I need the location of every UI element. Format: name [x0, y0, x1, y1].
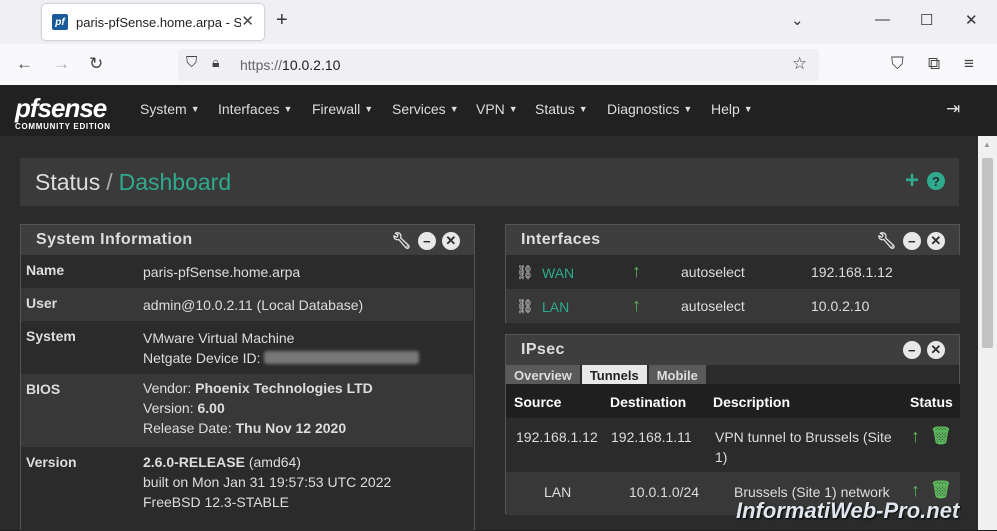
browser-chrome: pf paris-pfSense.home.arpa - Status: Das… [0, 0, 997, 85]
close-tab-icon[interactable]: ✕ [241, 12, 254, 30]
panel-header: Interfaces 🔧︎ − ✕ [506, 225, 959, 255]
menu-help[interactable]: Help ▼ [711, 101, 753, 117]
minimize-panel-icon[interactable]: − [903, 232, 921, 250]
trash-icon[interactable]: 🗑︎ [930, 480, 952, 500]
panel-header: System Information 🔧︎ − ✕ [21, 225, 474, 255]
info-row-name: Name paris-pfSense.home.arpa [21, 255, 473, 288]
tab-list-icon[interactable]: ⌄ [791, 11, 804, 29]
network-icon: ⛓︎ [516, 298, 534, 314]
arrow-up-icon: ↑ [632, 295, 641, 315]
scroll-up-icon[interactable]: ▲ [983, 140, 991, 149]
interface-row-lan: ⛓︎ LAN ↑ autoselect 10.0.2.10 [506, 289, 960, 323]
add-widget-icon[interactable]: + [905, 169, 919, 193]
menu-services[interactable]: Services ▼ [392, 101, 459, 117]
pocket-icon[interactable]: ⛉ [891, 54, 904, 74]
info-row-user: User admin@10.0.2.11 (Local Database) [21, 288, 473, 321]
menu-vpn[interactable]: VPN ▼ [476, 101, 518, 117]
wrench-icon[interactable]: 🔧︎ [391, 231, 412, 251]
menu-interfaces[interactable]: Interfaces ▼ [218, 101, 292, 117]
app-menu-icon[interactable]: ≡ [964, 54, 974, 74]
interface-link[interactable]: LAN [542, 299, 569, 315]
menu-system[interactable]: System ▼ [140, 101, 200, 117]
arrow-up-icon: ↑ [911, 426, 920, 446]
pfsense-logo[interactable]: pfsense COMMUNITY EDITION [15, 93, 125, 131]
menu-firewall[interactable]: Firewall ▼ [312, 101, 373, 117]
page-scrollbar[interactable]: ▲ [978, 136, 997, 530]
page-content: Status / Dashboard + ? System Informatio… [0, 136, 978, 531]
panel-title: Interfaces [521, 231, 601, 248]
menu-diagnostics[interactable]: Diagnostics ▼ [607, 101, 692, 117]
table-row: 192.168.1.12 192.168.1.11 VPN tunnel to … [506, 418, 960, 472]
info-row-version: Version 2.6.0-RELEASE (amd64) built on M… [21, 447, 473, 531]
reload-icon[interactable]: ↻ [89, 54, 103, 74]
watermark: InformatiWeb-Pro.net [736, 498, 960, 523]
ipsec-tabs: Overview Tunnels Mobile [506, 365, 708, 385]
wrench-icon[interactable]: 🔧︎ [876, 231, 897, 251]
system-information-panel: System Information 🔧︎ − ✕ Name paris-pfS… [20, 224, 475, 531]
page-title[interactable]: Dashboard [119, 169, 232, 196]
lock-icon[interactable]: 🔒︎ [212, 54, 219, 71]
minimize-panel-icon[interactable]: − [418, 232, 436, 250]
interface-link[interactable]: WAN [542, 265, 574, 281]
pfsense-navbar: pfsense COMMUNITY EDITION System ▼ Interf… [0, 85, 997, 136]
extensions-icon[interactable]: ⧉ [928, 54, 940, 74]
breadcrumb: Status / Dashboard + ? [20, 158, 959, 206]
browser-tab[interactable]: pf paris-pfSense.home.arpa - Status: Das… [42, 4, 264, 40]
tab-tunnels[interactable]: Tunnels [581, 365, 647, 385]
redacted-device-id [264, 351, 420, 364]
minimize-panel-icon[interactable]: − [903, 341, 921, 359]
info-row-system: System VMware Virtual Machine Netgate De… [21, 321, 473, 374]
breadcrumb-separator: / [106, 168, 113, 195]
info-row-bios: BIOS Vendor: Phoenix Technologies LTD Ve… [21, 374, 473, 447]
network-icon: ⛓︎ [516, 264, 534, 280]
scrollbar-thumb[interactable] [982, 158, 993, 348]
minimize-icon[interactable]: — [875, 11, 890, 28]
url-text[interactable]: https://10.0.2.10 [240, 57, 340, 73]
bookmark-star-icon[interactable]: ☆ [792, 54, 807, 74]
trash-icon[interactable]: 🗑︎ [930, 426, 952, 446]
tab-mobile[interactable]: Mobile [648, 365, 706, 385]
panel-header: IPsec − ✕ [506, 335, 959, 365]
interface-row-wan: ⛓︎ WAN ↑ autoselect 192.168.1.12 [506, 255, 960, 289]
nav-toolbar: ← → ↻ ⛉ 🔒︎ https://10.0.2.10 ☆ ⛉ ⧉ ≡ [0, 44, 997, 85]
logout-icon[interactable]: ⇥ [946, 99, 960, 119]
panel-title: System Information [36, 231, 193, 248]
tab-overview[interactable]: Overview [506, 365, 580, 385]
breadcrumb-section[interactable]: Status [35, 169, 100, 196]
close-panel-icon[interactable]: ✕ [927, 341, 945, 359]
close-window-icon[interactable]: ✕ [965, 11, 978, 29]
new-tab-icon[interactable]: + [276, 9, 288, 32]
tab-title: paris-pfSense.home.arpa - Status: Dashbo… [76, 14, 241, 30]
tab-strip: pf paris-pfSense.home.arpa - Status: Das… [0, 0, 997, 44]
menu-status[interactable]: Status ▼ [535, 101, 588, 117]
arrow-up-icon: ↑ [632, 261, 641, 281]
interfaces-panel: Interfaces 🔧︎ − ✕ ⛓︎ WAN ↑ autoselect 19… [505, 224, 960, 323]
back-icon[interactable]: ← [16, 54, 33, 74]
url-bar[interactable]: ⛉ 🔒︎ https://10.0.2.10 ☆ [178, 49, 819, 81]
ipsec-panel: IPsec − ✕ Overview Tunnels Mobile Source… [505, 334, 960, 515]
maximize-icon[interactable]: ☐ [920, 11, 933, 29]
panel-title: IPsec [521, 341, 565, 358]
favicon: pf [52, 14, 68, 30]
shield-icon[interactable]: ⛉ [186, 54, 197, 71]
close-panel-icon[interactable]: ✕ [927, 232, 945, 250]
help-icon[interactable]: ? [927, 172, 945, 190]
tunnels-table-header: Source Destination Description Status [506, 384, 960, 418]
forward-icon[interactable]: → [53, 54, 70, 74]
close-panel-icon[interactable]: ✕ [442, 232, 460, 250]
